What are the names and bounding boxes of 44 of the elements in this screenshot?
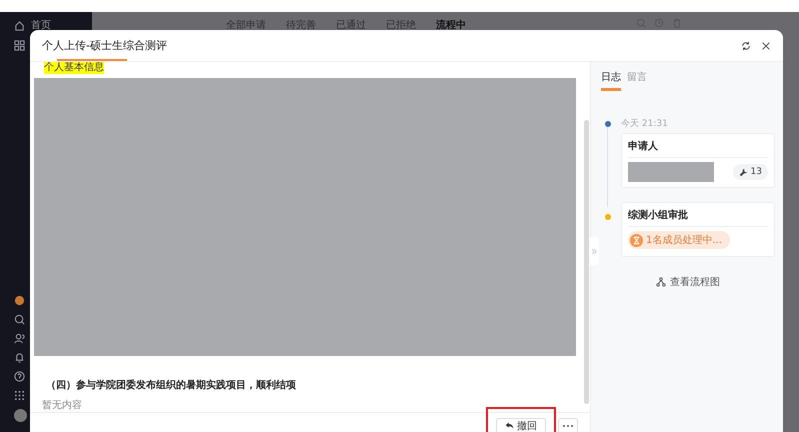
search-icon [636, 18, 646, 28]
nav-tab[interactable]: 流程中 [436, 18, 466, 32]
trash-icon [672, 18, 682, 28]
avatar-icon [14, 295, 25, 306]
nav-tab[interactable]: 全部申请 [226, 18, 266, 32]
timestamp: 今天 21:31 [621, 118, 669, 130]
chevrons-icon [591, 248, 598, 254]
clock-icon [654, 18, 664, 28]
title-underline [57, 59, 127, 61]
panel-tab[interactable]: 日志 [601, 70, 621, 91]
search-icon [14, 314, 25, 325]
link-text[interactable]: 查看流程图 [670, 274, 720, 288]
nav-tab[interactable]: 已通过 [336, 18, 366, 32]
panel-tab[interactable]: 留言 [627, 70, 647, 91]
more-button[interactable] [558, 418, 578, 432]
wrench-icon [738, 168, 748, 176]
card-title: 申请人 [628, 139, 768, 158]
flow-chart-link[interactable]: 查看流程图 [656, 274, 720, 288]
home-icon [14, 20, 25, 30]
help-icon [14, 371, 25, 382]
dots-grid-icon [14, 390, 25, 401]
reply-arrow-icon [505, 421, 514, 430]
refresh-icon [741, 40, 751, 50]
sidebar-label[interactable]: 首页 [31, 18, 51, 32]
more-icon [562, 422, 574, 428]
nav-tab[interactable]: 待完善 [286, 18, 316, 32]
count-text: 13 [750, 167, 762, 177]
hourglass-icon [630, 234, 643, 246]
withdraw-button[interactable]: 撤回 [496, 418, 546, 432]
status-text: 1名成员处理中... [646, 234, 722, 247]
scrollbar-thumb[interactable] [584, 120, 589, 404]
item-heading: （四）参与学院团委发布组织的暑期实践项目，顺利结项 [46, 378, 297, 392]
close-icon [761, 40, 771, 50]
bell-icon [14, 352, 25, 363]
card-title: 综测小组审批 [628, 208, 768, 227]
collapse-handle[interactable] [590, 237, 599, 265]
section-label: 个人基本信息 [44, 62, 104, 74]
empty-text: 暂无内容 [42, 398, 83, 412]
nav-tab[interactable]: 已拒绝 [386, 18, 416, 32]
flow-icon [656, 276, 666, 286]
grid-icon [14, 40, 25, 51]
user-avatar-icon [14, 409, 27, 422]
users-icon [14, 333, 25, 344]
dialog-title: 个人上传-硕士生综合测评 [42, 38, 167, 53]
